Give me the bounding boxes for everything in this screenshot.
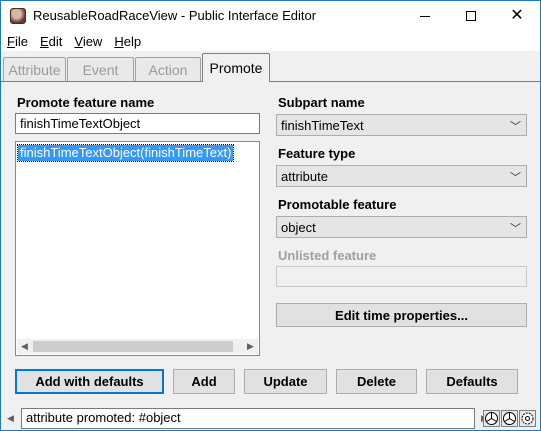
unlisted-feature-input[interactable] (276, 266, 527, 287)
tab-strip: Attribute Event Action Promote (1, 53, 540, 82)
promotable-feature-select[interactable]: object ﹀ (276, 216, 527, 238)
edit-time-properties-button[interactable]: Edit time properties... (276, 303, 527, 327)
tab-event[interactable]: Event (67, 57, 134, 81)
chevron-down-icon: ﹀ (510, 223, 521, 235)
delete-button[interactable]: Delete (336, 369, 417, 394)
defaults-button[interactable]: Defaults (426, 369, 518, 394)
browse-icon[interactable] (501, 410, 518, 427)
add-with-defaults-button[interactable]: Add with defaults (15, 369, 164, 394)
feature-type-value: attribute (281, 168, 328, 184)
promotable-feature-value: object (281, 219, 316, 235)
promote-feature-name-label: Promote feature name (17, 95, 155, 110)
maximize-button[interactable] (448, 1, 494, 31)
status-scroll-left-icon[interactable]: ◀ (3, 409, 18, 428)
horizontal-scrollbar[interactable]: ◀ ▶ (17, 339, 258, 354)
scroll-thumb[interactable] (33, 341, 233, 352)
tab-attribute[interactable]: Attribute (3, 57, 66, 81)
menu-bar: File Edit View Help (1, 31, 540, 51)
tab-divider (1, 81, 540, 82)
feature-type-label: Feature type (278, 146, 356, 161)
add-button[interactable]: Add (173, 369, 235, 394)
subpart-name-value: finishTimeText (281, 117, 364, 133)
chevron-down-icon: ﹀ (510, 121, 521, 133)
list-item[interactable]: finishTimeTextObject(finishTimeText) (16, 144, 235, 162)
menu-file[interactable]: File (1, 34, 34, 49)
unlisted-feature-label: Unlisted feature (278, 248, 377, 263)
subpart-name-label: Subpart name (278, 95, 365, 110)
window-title: ReusableRoadRaceView - Public Interface … (33, 8, 317, 23)
scroll-left-icon[interactable]: ◀ (17, 339, 32, 354)
chevron-down-icon: ﹀ (510, 172, 521, 184)
promotable-feature-label: Promotable feature (278, 197, 397, 212)
app-icon[interactable] (10, 8, 26, 24)
status-message: attribute promoted: #object (21, 408, 475, 429)
menu-help[interactable]: Help (108, 34, 147, 49)
title-bar[interactable]: ReusableRoadRaceView - Public Interface … (1, 1, 540, 31)
update-button[interactable]: Update (244, 369, 327, 394)
menu-view[interactable]: View (68, 34, 108, 49)
menu-edit[interactable]: Edit (34, 34, 68, 49)
inspect-icon[interactable] (483, 410, 500, 427)
promote-feature-name-input[interactable] (15, 113, 260, 134)
tab-action[interactable]: Action (135, 57, 201, 81)
gear-icon[interactable] (519, 410, 536, 427)
minimize-icon (420, 15, 430, 17)
main-window: ReusableRoadRaceView - Public Interface … (0, 0, 541, 431)
minimize-button[interactable] (402, 1, 448, 31)
maximize-icon (466, 11, 476, 21)
status-bar: ◀ attribute promoted: #object ▶ (1, 407, 540, 430)
close-icon: ✕ (510, 7, 524, 24)
scroll-right-icon[interactable]: ▶ (243, 339, 258, 354)
promoted-features-list[interactable]: finishTimeTextObject(finishTimeText) ◀ ▶ (15, 141, 260, 356)
close-button[interactable]: ✕ (494, 1, 540, 31)
subpart-name-select[interactable]: finishTimeText ﹀ (276, 114, 527, 136)
feature-type-select[interactable]: attribute ﹀ (276, 165, 527, 187)
tab-promote[interactable]: Promote (202, 53, 270, 82)
